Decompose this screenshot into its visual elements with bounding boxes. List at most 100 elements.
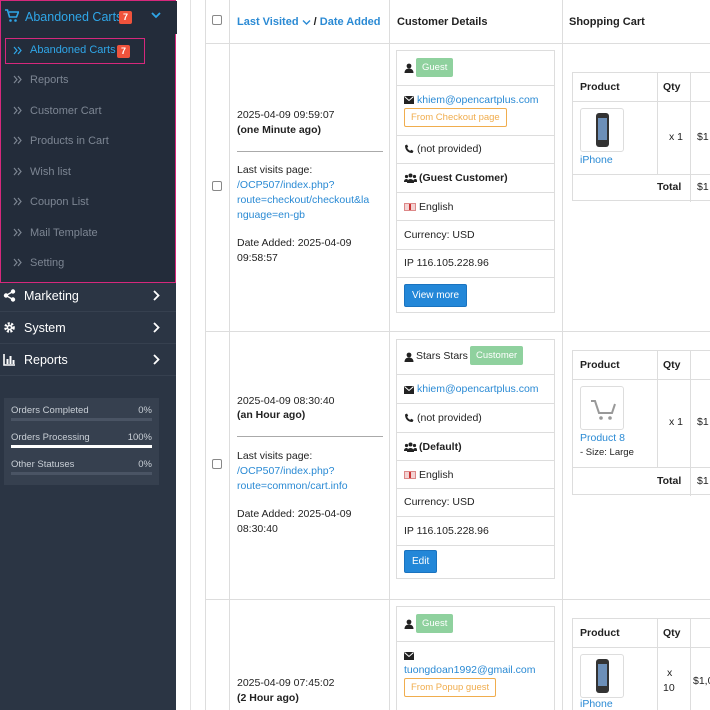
last-visit-page-link[interactable]: /OCP507/index.php? bbox=[237, 178, 334, 193]
sidebar-item-reports[interactable]: Reports bbox=[0, 344, 176, 376]
action-row: View more bbox=[397, 278, 554, 312]
customer-details-card: Guest khiem@opencartplus.com From Checko… bbox=[396, 50, 555, 313]
table-header-last-visited[interactable]: Last Visited / Date Added bbox=[237, 16, 381, 28]
double-chevron-right-icon bbox=[13, 136, 22, 145]
shopping-cart-card: Product Qty iPhone x 1 $1 Total $1 bbox=[572, 72, 710, 202]
currency-row: Currency: USD bbox=[397, 489, 554, 517]
double-chevron-right-icon bbox=[13, 106, 22, 115]
last-visit-page-link[interactable]: /OCP507/index.php? bbox=[237, 464, 334, 479]
sidebar-subitem-label: Coupon List bbox=[30, 196, 89, 208]
shopping-cart-card: Product Qty Product 8 - Size: Large x 1 … bbox=[572, 350, 710, 496]
sidebar-subitem-coupon-list[interactable]: Coupon List bbox=[1, 188, 175, 218]
product-link[interactable]: Product 8 bbox=[580, 431, 625, 446]
chevron-right-icon bbox=[153, 354, 160, 365]
product-link[interactable]: iPhone bbox=[580, 697, 613, 710]
sort-date-added-link[interactable]: Date Added bbox=[320, 16, 381, 28]
user-icon bbox=[404, 352, 414, 362]
last-visit-page-link[interactable]: route=common/cart.info bbox=[237, 479, 348, 494]
last-visited-time: 2025-04-09 07:45:02 bbox=[237, 677, 335, 689]
sidebar-item-label: System bbox=[24, 321, 66, 335]
customer-name-row: Guest bbox=[397, 607, 554, 642]
customer-label: Customer bbox=[470, 346, 524, 365]
cart-header: Product Qty bbox=[573, 619, 710, 648]
customer-group-row: (Default) bbox=[397, 433, 554, 461]
divider bbox=[657, 73, 658, 102]
customer-name: Stars Stars bbox=[416, 350, 468, 362]
ip-row: IP 116.105.228.96 bbox=[397, 517, 554, 546]
divider bbox=[389, 0, 390, 710]
envelope-icon bbox=[404, 386, 414, 394]
bar-chart-icon bbox=[3, 354, 15, 366]
sidebar-subitem-customer-cart[interactable]: Customer Cart bbox=[1, 97, 175, 127]
sidebar-item-abandoned-carts[interactable]: Abandoned Carts 7 bbox=[1, 1, 177, 34]
phone-icon bbox=[405, 144, 414, 153]
cart-qty: x bbox=[667, 667, 673, 679]
product-thumbnail[interactable] bbox=[580, 386, 624, 430]
row-checkbox[interactable] bbox=[212, 181, 222, 191]
last-visited-time: 2025-04-09 08:30:40 bbox=[237, 395, 335, 407]
select-all-checkbox[interactable] bbox=[212, 15, 222, 25]
double-chevron-right-icon bbox=[13, 258, 22, 267]
sidebar-subitem-label: Products in Cart bbox=[30, 135, 109, 147]
chevron-right-icon bbox=[153, 290, 160, 301]
sidebar-item-system[interactable]: System bbox=[0, 312, 176, 344]
edit-button[interactable]: Edit bbox=[404, 550, 438, 573]
language-label: English bbox=[419, 201, 454, 213]
count-badge: 7 bbox=[119, 11, 133, 24]
sidebar-subitem-products-in-cart[interactable]: Products in Cart bbox=[1, 127, 175, 157]
last-visit-page-link[interactable]: nguage=en-gb bbox=[237, 208, 305, 223]
cart-total: $1 bbox=[697, 475, 709, 487]
stat-label: Orders Processing bbox=[11, 432, 90, 443]
sidebar-item-marketing[interactable]: Marketing bbox=[0, 280, 176, 312]
cart-qty: x 1 bbox=[669, 131, 684, 143]
sidebar-subitem-setting[interactable]: Setting bbox=[1, 249, 175, 279]
customer-name-row: Stars Stars Customer bbox=[397, 340, 554, 375]
customer-language: English bbox=[404, 201, 453, 213]
iphone-image bbox=[596, 659, 609, 693]
phone-row: (not provided) bbox=[397, 136, 554, 164]
last-visited-time: 2025-04-09 09:59:07 bbox=[237, 109, 335, 121]
row-checkbox[interactable] bbox=[212, 459, 222, 469]
cart-total-label: Total bbox=[657, 181, 682, 193]
product-thumbnail[interactable] bbox=[580, 108, 624, 152]
sidebar-subitem-mail-template[interactable]: Mail Template bbox=[1, 219, 175, 249]
envelope-icon bbox=[404, 96, 414, 104]
sidebar-subitem-label: Setting bbox=[30, 257, 65, 269]
product-option: - Size: Large bbox=[580, 447, 634, 458]
customer-phone: (not provided) bbox=[417, 143, 482, 155]
sort-last-visited-link[interactable]: Last Visited bbox=[237, 16, 299, 28]
view-more-button[interactable]: View more bbox=[404, 284, 468, 307]
stat-label: Orders Completed bbox=[11, 405, 89, 416]
last-visit-page-link[interactable]: route=checkout/checkout&la bbox=[237, 193, 369, 208]
flag-gb-icon bbox=[404, 471, 416, 480]
sidebar-subitem-abandoned-carts[interactable]: Abandoned Carts 7 bbox=[5, 38, 145, 64]
customer-email-link[interactable]: tuongdoan1992@gmail.com bbox=[404, 664, 536, 676]
cart-header: Product Qty bbox=[573, 73, 710, 102]
last-visits-label: Last visits page: bbox=[237, 450, 313, 462]
count-badge: 7 bbox=[117, 45, 131, 58]
flag-gb-icon bbox=[404, 203, 416, 212]
sidebar-subitem-wish-list[interactable]: Wish list bbox=[1, 158, 175, 188]
product-thumbnail[interactable] bbox=[580, 654, 624, 698]
customer-details-card: Stars Stars Customer khiem@opencartplus.… bbox=[396, 339, 555, 579]
table-header-customer-details: Customer Details bbox=[397, 16, 488, 28]
cart-header: Product Qty bbox=[573, 351, 710, 380]
stat-value: 100% bbox=[127, 432, 152, 443]
divider bbox=[573, 467, 710, 468]
divider bbox=[573, 174, 710, 175]
divider bbox=[205, 331, 710, 332]
double-chevron-right-icon bbox=[13, 46, 22, 55]
product-link[interactable]: iPhone bbox=[580, 153, 613, 168]
email-row: khiem@opencartplus.com From Checkout pag… bbox=[397, 86, 554, 136]
guest-label: Guest bbox=[416, 614, 454, 633]
abandoned-carts-table: Last Visited / Date Added Customer Detai… bbox=[205, 0, 710, 710]
sidebar-item-label: Abandoned Carts bbox=[25, 10, 123, 24]
customer-currency: Currency: USD bbox=[404, 229, 475, 241]
sidebar-subitem-reports[interactable]: Reports bbox=[1, 66, 175, 96]
customer-email-link[interactable]: khiem@opencartplus.com bbox=[417, 383, 539, 395]
customer-group-row: (Guest Customer) bbox=[397, 164, 554, 193]
chevron-down-icon bbox=[302, 19, 311, 25]
customer-email-link[interactable]: khiem@opencartplus.com bbox=[417, 94, 539, 106]
action-row: Edit bbox=[397, 546, 554, 578]
cart-product-header: Product bbox=[580, 359, 620, 371]
